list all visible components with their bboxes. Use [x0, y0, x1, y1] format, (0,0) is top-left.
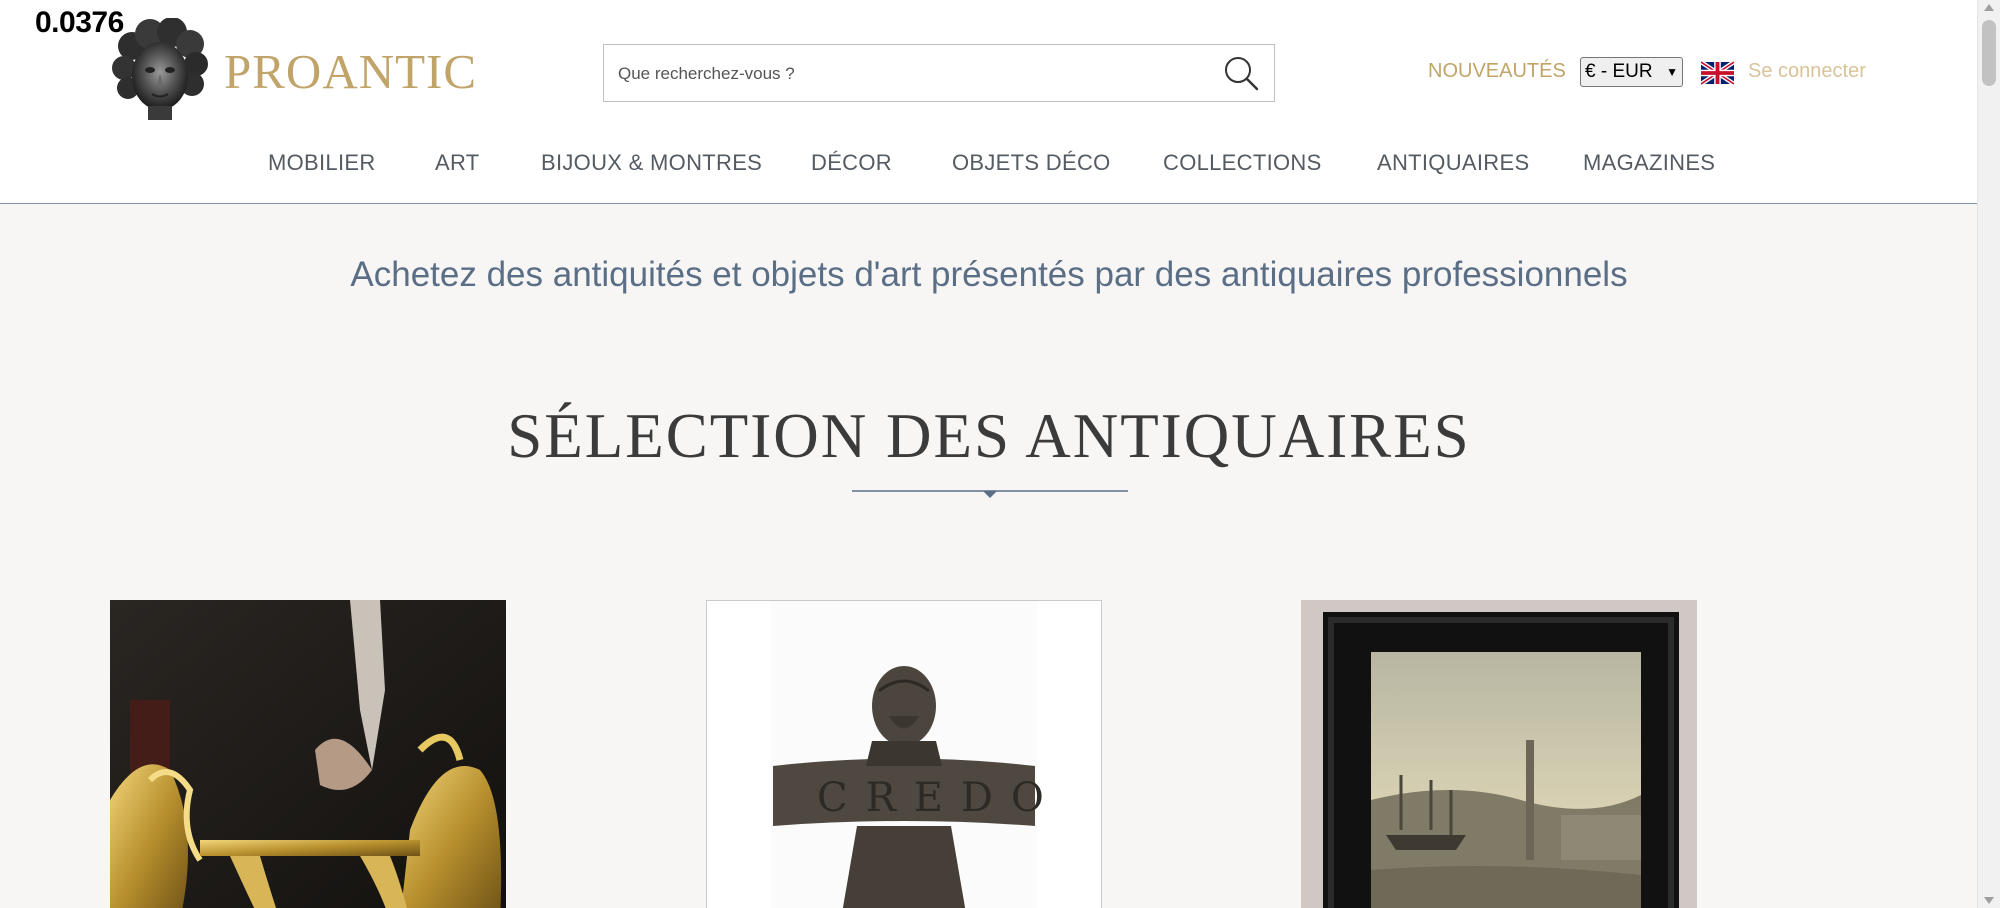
- nav-item-bijoux-montres[interactable]: BIJOUX & MONTRES: [541, 150, 762, 176]
- page-scrollbar[interactable]: [1977, 0, 2000, 908]
- scroll-thumb[interactable]: [1982, 20, 1996, 86]
- overlay-value: 0.0376: [35, 6, 124, 39]
- page: 0.0376 PROANTIC Que recherchez-vous ? NO…: [0, 0, 2000, 908]
- nouveautes-link[interactable]: NOUVEAUTÉS: [1428, 60, 1566, 83]
- product-card[interactable]: CREDO: [706, 600, 1102, 908]
- title-divider: [852, 490, 1128, 498]
- chevron-down-icon: ▼: [1666, 65, 1678, 79]
- search-input[interactable]: [616, 57, 1200, 91]
- nav-item-decor[interactable]: DÉCOR: [811, 150, 892, 176]
- brand-name[interactable]: PROANTIC: [224, 43, 477, 100]
- nav-item-collections[interactable]: COLLECTIONS: [1163, 150, 1322, 176]
- uk-flag-icon[interactable]: [1701, 61, 1734, 85]
- scroll-up-icon[interactable]: [1984, 4, 1994, 11]
- nav-item-mobilier[interactable]: MOBILIER: [268, 150, 376, 176]
- currency-select[interactable]: € - EUR ▼: [1580, 57, 1683, 87]
- hero-tagline: Achetez des antiquités et objets d'art p…: [350, 255, 1628, 294]
- search-box: [603, 44, 1275, 102]
- framed-harbor-painting-image: [1301, 600, 1697, 908]
- gilt-bronze-firedogs-image: [110, 600, 506, 908]
- section-title: SÉLECTION DES ANTIQUAIRES: [507, 401, 1471, 471]
- search-icon[interactable]: [1222, 54, 1260, 92]
- login-link[interactable]: Se connecter: [1748, 60, 1866, 83]
- nav-item-art[interactable]: ART: [435, 150, 480, 176]
- nav-item-objets-deco[interactable]: OBJETS DÉCO: [952, 150, 1111, 176]
- sculpted-head-logo[interactable]: [110, 18, 210, 122]
- main-nav: MOBILIER ART BIJOUX & MONTRES DÉCOR OBJE…: [0, 150, 1978, 180]
- scroll-down-icon[interactable]: [1984, 897, 1994, 904]
- nav-item-magazines[interactable]: MAGAZINES: [1583, 150, 1715, 176]
- bronze-credo-sculpture-image: CREDO: [707, 601, 1101, 908]
- product-card[interactable]: [110, 600, 506, 908]
- nav-item-antiquaires[interactable]: ANTIQUAIRES: [1377, 150, 1529, 176]
- currency-selected-value: € - EUR: [1585, 61, 1653, 82]
- svg-text:CREDO: CREDO: [817, 775, 1062, 821]
- site-header: PROANTIC NOUVEAUTÉS € - EUR ▼ Se connect…: [0, 0, 1978, 204]
- product-card[interactable]: [1301, 600, 1697, 908]
